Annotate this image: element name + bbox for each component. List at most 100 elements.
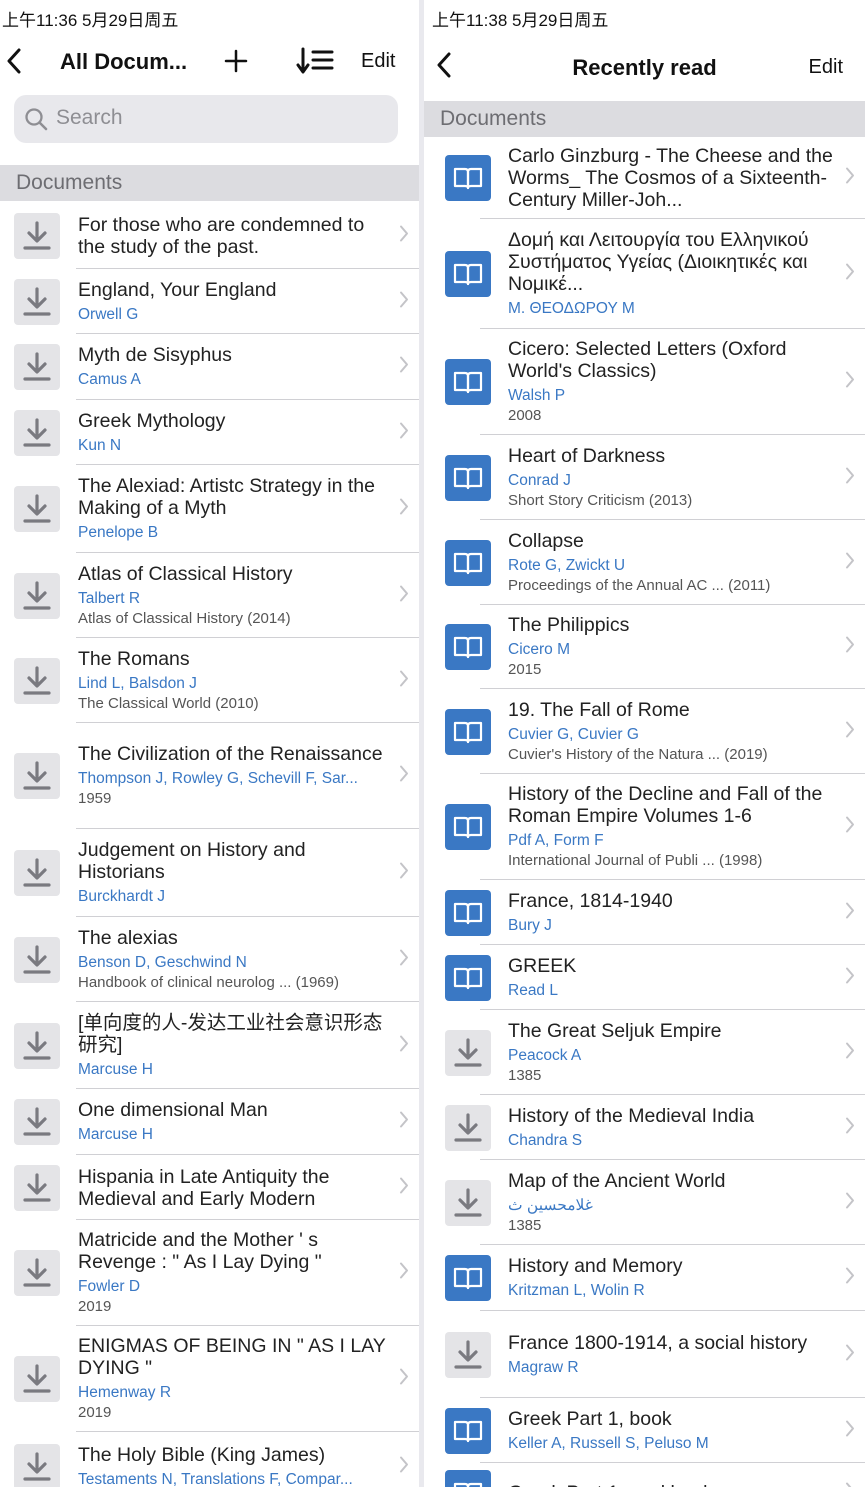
open-book-button[interactable] (445, 1255, 491, 1301)
disclosure-indicator (399, 1034, 409, 1057)
open-book-button[interactable] (445, 359, 491, 405)
list-item[interactable]: Heart of Darkness Conrad J Short Story Cri… (424, 435, 865, 520)
download-button[interactable] (14, 409, 60, 456)
edit-button[interactable]: Edit (809, 56, 843, 79)
list-item[interactable]: France, 1814-1940 Bury J (424, 880, 865, 945)
list-item[interactable]: History of the Decline and Fall of the R… (424, 774, 865, 880)
download-icon (23, 1364, 51, 1393)
list-item[interactable]: The Romans Lind L, Balsdon J The Classical… (0, 638, 419, 723)
list-item[interactable]: Collapse Rote G, Zwickt U Proceedings of t… (424, 520, 865, 605)
list-item[interactable]: The Holy Bible (King James) Testaments N,… (0, 1432, 419, 1487)
list-item[interactable]: History and Memory Kritzman L, Wolin R (424, 1245, 865, 1311)
open-book-button[interactable] (445, 1470, 491, 1487)
item-title: Matricide and the Mother ' s Revenge : "… (78, 1229, 322, 1273)
status-bar-time: 上午11:36 5月29日周五 (2, 11, 179, 30)
list-item[interactable]: The Philippics Cicero M 2015 (424, 605, 865, 689)
list-item[interactable]: Carlo Ginzburg - The Cheese and the Worm… (424, 137, 865, 219)
list-item[interactable]: One dimensional Man Marcuse H (0, 1089, 419, 1155)
list-item[interactable]: For those who are condemned to the study… (0, 203, 419, 269)
add-button[interactable] (224, 49, 248, 78)
download-button[interactable] (14, 1356, 60, 1402)
list-item[interactable]: The Alexiad: Artistc Strategy in the Mak… (0, 465, 419, 553)
download-button[interactable] (14, 344, 60, 390)
disclosure-indicator (399, 290, 409, 313)
download-button[interactable] (445, 1179, 491, 1226)
list-item[interactable]: GREEK Read L (424, 945, 865, 1010)
open-book-button[interactable] (445, 539, 491, 586)
download-button[interactable] (14, 1250, 60, 1296)
disclosure-indicator (399, 948, 409, 971)
disclosure-indicator (399, 498, 409, 521)
item-text: France 1800-1914, a social history Magraw… (508, 1332, 837, 1378)
list-item[interactable]: The Great Seljuk Empire Peacock A 1385 (424, 1010, 865, 1095)
search-input[interactable]: Search (14, 95, 398, 143)
list-item[interactable]: The alexias Benson D, Geschwind N Handbook… (0, 917, 419, 1002)
list-item[interactable]: Judgement on History and Historians Burck… (0, 829, 419, 917)
item-authors: Cicero M (508, 641, 571, 658)
open-book-button[interactable] (445, 155, 491, 201)
item-authors: Camus A (78, 371, 141, 388)
list-item[interactable]: 19. The Fall of Rome Cuvier G, Cuvier G Cu… (424, 689, 865, 774)
item-authors: Burckhardt J (78, 888, 166, 905)
download-button[interactable] (14, 850, 60, 896)
item-title: History of the Medieval India (508, 1104, 755, 1127)
item-title: France 1800-1914, a social history (508, 1331, 808, 1354)
download-button[interactable] (445, 1331, 491, 1378)
recently-read-pane: 上午11:38 5月29日周五 Recently read Edit Docum… (424, 0, 865, 1487)
download-button[interactable] (14, 213, 60, 259)
download-button[interactable] (14, 753, 60, 799)
list-item[interactable]: Map of the Ancient World غلامحسين ث 1385 (424, 1160, 865, 1245)
open-book-button[interactable] (445, 1407, 491, 1454)
list-item[interactable]: Myth de Sisyphus Camus A (0, 334, 419, 400)
list-item[interactable]: Hispania in Late Antiquity the Medieval … (0, 1155, 419, 1220)
item-authors: Orwell G (78, 305, 139, 323)
edit-button[interactable]: Edit (361, 50, 395, 73)
download-button[interactable] (14, 1022, 60, 1069)
download-button[interactable] (14, 936, 60, 983)
open-book-button[interactable] (445, 624, 491, 670)
item-title: Greek Mythology (78, 409, 226, 432)
list-item[interactable]: Matricide and the Mother ' s Revenge : "… (0, 1220, 419, 1326)
open-book-button[interactable] (445, 708, 491, 755)
download-icon (454, 1037, 482, 1067)
open-book-button[interactable] (445, 804, 491, 850)
download-button[interactable] (14, 657, 60, 704)
list-item[interactable]: Greek Part 1, book Keller A, Russell S, P… (424, 1398, 865, 1463)
open-book-button[interactable] (445, 954, 491, 1001)
chevron-right-icon (400, 1111, 408, 1128)
list-item[interactable]: England, Your England Orwell G (0, 269, 419, 334)
item-authors: Conrad J (508, 471, 571, 489)
item-title: Judgement on History and Historians (78, 839, 306, 883)
download-button[interactable] (14, 1099, 60, 1145)
download-button[interactable] (445, 1029, 491, 1076)
item-source: The Classical World (2010) (78, 694, 259, 712)
list-item[interactable]: Greek Mythology Kun N (0, 400, 419, 465)
list-item[interactable]: [单向度的人-发达工业社会意识形态研究] Marcuse H (0, 1002, 419, 1089)
list-item[interactable]: Δομή και Λειτουργία του Ελληνικού Συστήμ… (424, 219, 865, 329)
list-item[interactable]: The Civilization of the Renaissance Thomp… (0, 723, 419, 829)
sort-button[interactable] (296, 47, 334, 80)
item-title: Map of the Ancient World (508, 1169, 726, 1192)
list-item[interactable]: France 1800-1914, a social history Magraw… (424, 1311, 865, 1398)
back-button[interactable] (6, 48, 22, 74)
open-book-button[interactable] (445, 251, 491, 297)
list-item[interactable]: Atlas of Classical History Talbert R Atlas… (0, 553, 419, 638)
list-item[interactable]: History of the Medieval India Chandra S (424, 1095, 865, 1160)
item-text: Collapse Rote G, Zwickt U Proceedings of t… (508, 530, 837, 596)
download-button[interactable] (14, 572, 60, 619)
item-authors: غلامحسين ث (508, 1196, 593, 1214)
open-book-button[interactable] (445, 454, 491, 501)
disclosure-indicator (845, 720, 855, 743)
download-button[interactable] (14, 486, 60, 532)
item-text: Δομή και Λειτουργία του Ελληνικού Συστήμ… (508, 229, 837, 319)
document-list: For those who are condemned to the study… (0, 203, 419, 1487)
download-button[interactable] (445, 1104, 491, 1151)
download-button[interactable] (14, 1164, 60, 1211)
open-book-button[interactable] (445, 889, 491, 936)
download-button[interactable] (14, 1444, 60, 1487)
list-item[interactable]: Cicero: Selected Letters (Oxford World's… (424, 329, 865, 435)
list-item[interactable]: Greek Part 1, workbook (424, 1463, 865, 1487)
download-button[interactable] (14, 278, 60, 325)
list-item[interactable]: ENIGMAS OF BEING IN " AS I LAY DYING " He… (0, 1326, 419, 1432)
chevron-right-icon (400, 291, 408, 307)
